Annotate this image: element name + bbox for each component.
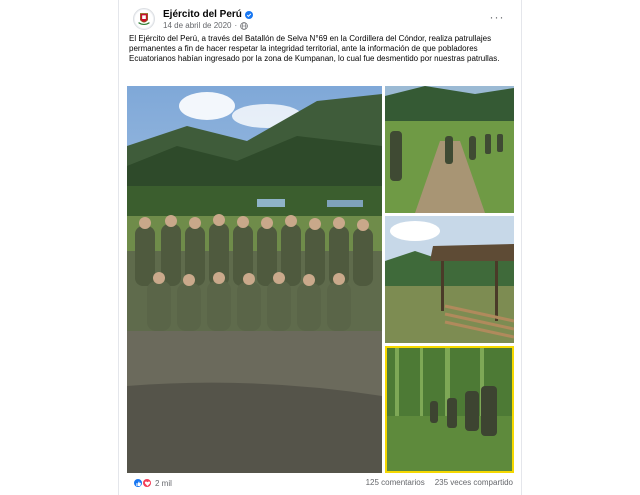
post-header: Ejército del Perú 14 de abril de 2020 · … (133, 8, 513, 34)
army-crest-icon (134, 9, 154, 29)
globe-icon (240, 21, 248, 30)
photo-patrol-trail[interactable] (385, 86, 514, 213)
engagement-counts: 125 comentarios 235 veces compartido (366, 478, 513, 487)
forest-patrol-image (385, 346, 514, 473)
author-name[interactable]: Ejército del Perú (163, 9, 242, 20)
post-caption: El Ejército del Perú, a través del Batal… (129, 34, 500, 63)
photo-camp-structure[interactable] (385, 216, 514, 343)
patrol-trail-image (385, 86, 514, 213)
soldiers-group-image (127, 86, 382, 473)
photo-soldiers-group[interactable] (127, 86, 382, 473)
post-date[interactable]: 14 de abril de 2020 (163, 21, 232, 30)
reaction-summary[interactable]: 2 mil (133, 478, 172, 488)
photo-forest-patrol[interactable] (385, 346, 514, 473)
reaction-count: 2 mil (155, 478, 172, 488)
post-meta: 14 de abril de 2020 · (163, 21, 248, 30)
author-row: Ejército del Perú (163, 9, 253, 20)
page-avatar[interactable] (133, 8, 155, 30)
love-reaction-icon (142, 478, 152, 488)
verified-badge-icon (244, 10, 253, 19)
comments-count-link[interactable]: 125 comentarios (366, 478, 425, 487)
post-footer: 2 mil 125 comentarios 235 veces comparti… (133, 478, 513, 490)
camp-structure-image (385, 216, 514, 343)
more-options-button[interactable]: ··· (489, 10, 505, 24)
photo-grid (127, 86, 514, 473)
shares-count-link[interactable]: 235 veces compartido (435, 478, 513, 487)
facebook-post: Ejército del Perú 14 de abril de 2020 · … (118, 0, 522, 495)
date-separator: · (234, 21, 238, 30)
